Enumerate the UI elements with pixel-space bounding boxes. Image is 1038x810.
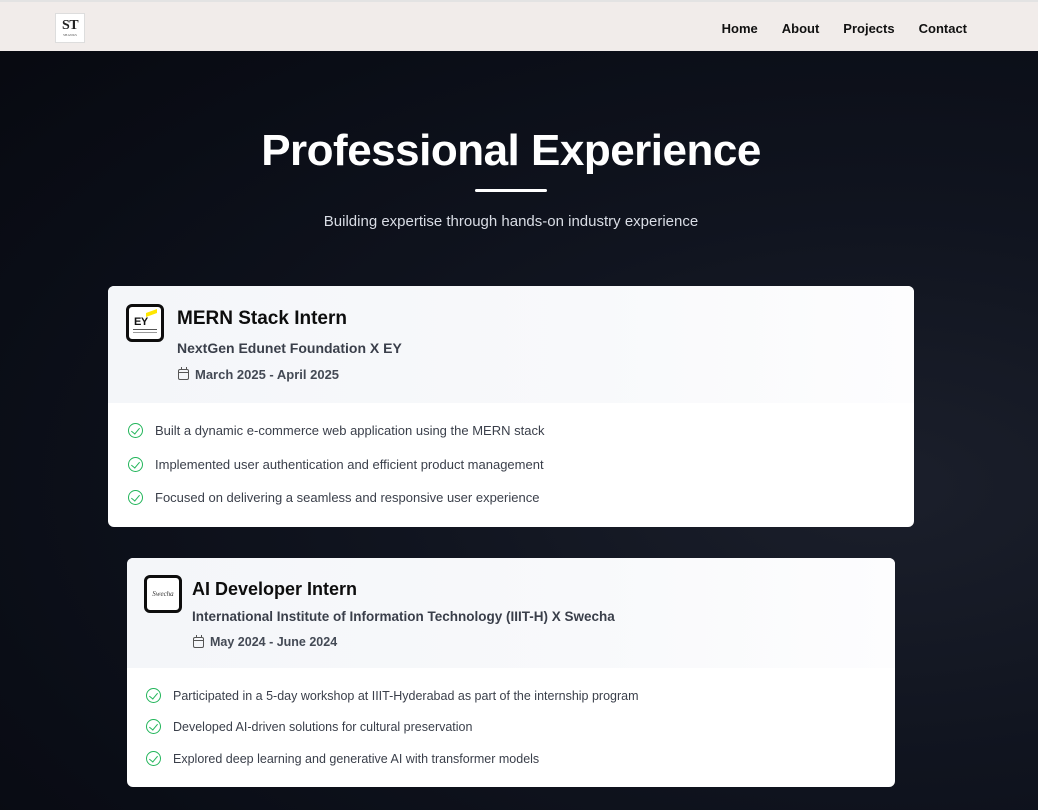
calendar-icon [193,634,204,648]
date-range: March 2025 - April 2025 [178,367,339,382]
nav-projects-link[interactable]: Projects [843,21,894,36]
logo-subtext: SHANKS [62,33,77,37]
top-navbar: ST SHANKS Home About Projects Contact [0,0,1038,51]
site-logo[interactable]: ST SHANKS [55,13,85,43]
list-item-text: Built a dynamic e-commerce web applicati… [155,423,545,438]
check-circle-icon [128,423,143,438]
title-underline [475,189,547,192]
section-title: Professional Experience [261,126,761,175]
swecha-logo-badge: Swecha [144,575,182,613]
list-item-text: Developed AI-driven solutions for cultur… [173,719,473,734]
check-circle-icon [128,457,143,472]
organization-name: International Institute of Information T… [192,609,615,624]
date-range: May 2024 - June 2024 [193,634,338,649]
nav-about-link[interactable]: About [782,21,820,36]
list-item-text: Focused on delivering a seamless and res… [155,490,540,505]
list-item: Participated in a 5-day workshop at IIIT… [146,688,639,703]
list-item: Explored deep learning and generative AI… [146,751,539,766]
organization-name: NextGen Edunet Foundation X EY [177,340,402,356]
list-item-text: Implemented user authentication and effi… [155,457,544,472]
ey-logo-icon: EY [132,308,158,336]
list-item: Built a dynamic e-commerce web applicati… [128,423,544,438]
main-nav: Home About Projects Contact [722,21,967,36]
nav-contact-link[interactable]: Contact [919,21,967,36]
experience-card-header: EY MERN Stack Intern NextGen Edunet Foun… [108,286,914,403]
job-title: MERN Stack Intern [177,308,347,329]
calendar-icon [178,367,189,380]
list-item: Developed AI-driven solutions for cultur… [146,719,472,734]
list-item-text: Participated in a 5-day workshop at IIIT… [173,688,639,703]
experience-card-ai: Swecha AI Developer Intern International… [127,558,895,787]
list-item: Implemented user authentication and effi… [128,457,544,472]
section-subtitle: Building expertise through hands-on indu… [323,213,699,230]
experience-card-mern: EY MERN Stack Intern NextGen Edunet Foun… [108,286,914,527]
experience-card-header: Swecha AI Developer Intern International… [127,558,895,668]
date-text: March 2025 - April 2025 [195,367,340,382]
date-text: May 2024 - June 2024 [210,635,338,649]
check-circle-icon [146,751,161,766]
check-circle-icon [128,490,143,505]
check-circle-icon [146,719,161,734]
job-title: AI Developer Intern [192,579,358,599]
check-circle-icon [146,688,161,703]
logo-text: ST [61,18,79,33]
nav-home-link[interactable]: Home [722,21,758,36]
list-item: Focused on delivering a seamless and res… [128,490,539,505]
list-item-text: Explored deep learning and generative AI… [173,751,540,766]
ey-logo-badge: EY [126,304,164,342]
swecha-logo-icon: Swecha [152,589,174,598]
